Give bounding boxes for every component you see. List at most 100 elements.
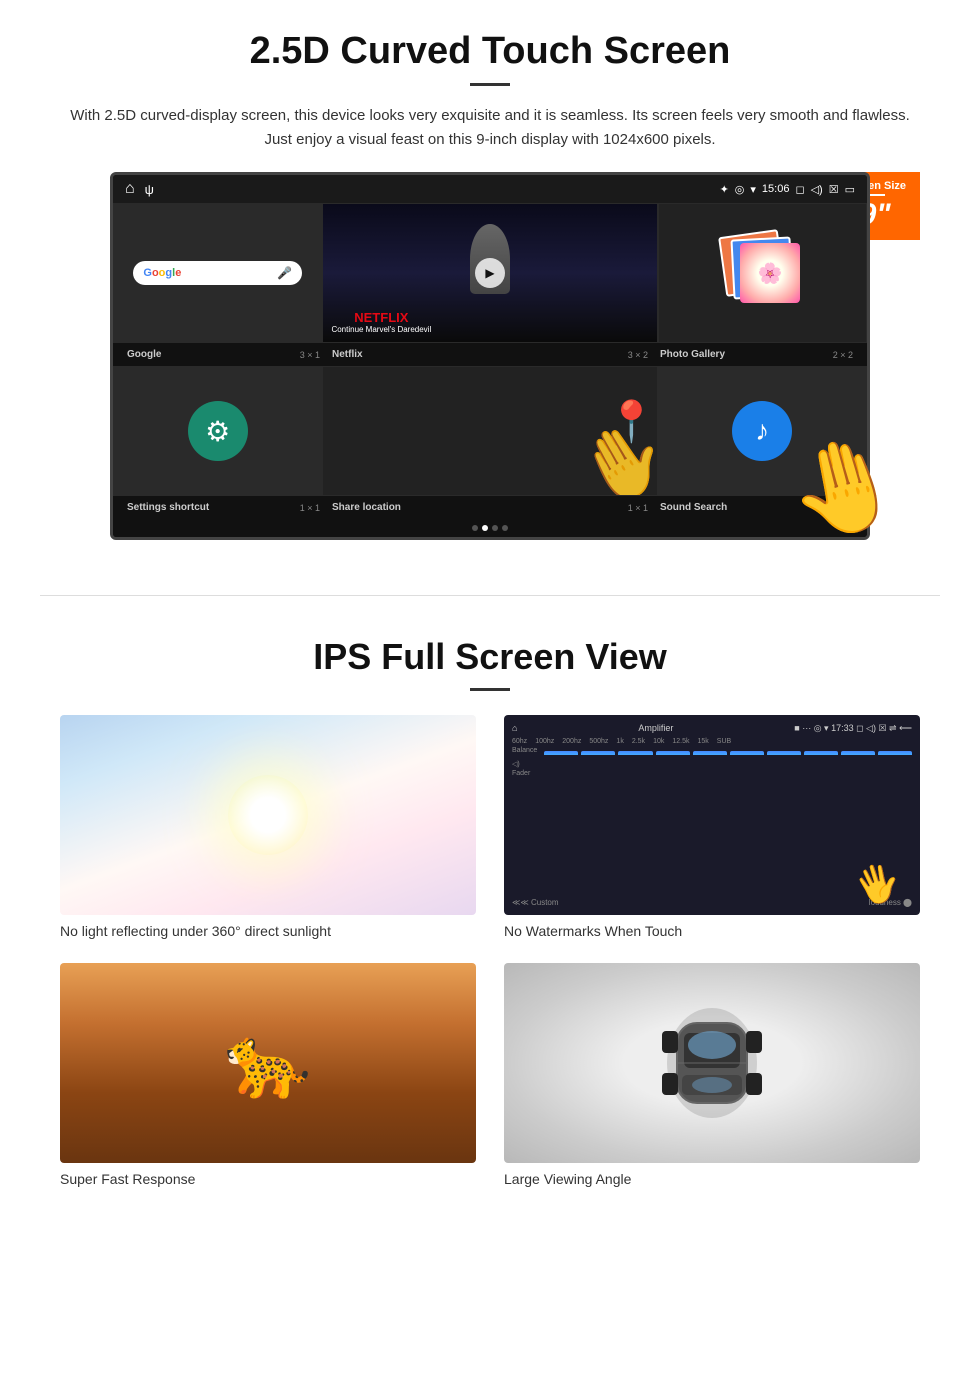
sound-icon: ♪ [732,401,792,461]
dot-4 [502,525,508,531]
car-image [504,963,920,1163]
eq-bar-10 [878,751,912,755]
google-app-cell[interactable]: Google 🎤 [113,203,322,343]
netflix-label-text: Netflix [332,349,363,360]
netflix-brand: NETFLIX [331,311,431,325]
cheetah-bg: 🐆 [60,963,476,1163]
feature-cheetah: 🐆 Super Fast Response [60,963,476,1187]
settings-app-cell[interactable]: ⚙ [113,366,322,496]
eq-bar-8 [804,751,838,755]
eq-bars [544,747,912,759]
sound-size: 1 × 1 [833,503,853,513]
status-right: ✦ ◎ ▾ 15:06 ◻ ◁) ☒ ▭ [720,183,855,196]
share-label: Share location [332,502,401,513]
google-logo: Google [143,267,181,279]
google-search-bar[interactable]: Google 🎤 [133,261,302,285]
gallery-label-cell: Photo Gallery 2 × 2 [654,347,859,362]
settings-label-cell: Settings shortcut 1 × 1 [121,500,326,515]
amplifier-caption: No Watermarks When Touch [504,923,920,939]
google-label-cell: Google 3 × 1 [121,347,326,362]
amp-footer: ≪≪ Custom loudness ⬤ [512,898,912,907]
sound-label-cell: Sound Search 1 × 1 [654,500,859,515]
google-size: 3 × 1 [300,350,320,360]
cheetah-caption: Super Fast Response [60,1171,476,1187]
photo-stack: 🌸 [722,233,802,313]
sound-app-cell[interactable]: ♪ [658,366,867,496]
camera-icon: ◻ [795,183,804,196]
share-size: 1 × 1 [628,503,648,513]
gallery-label: Photo Gallery [660,349,725,360]
time-display: 15:06 [762,183,790,195]
ips-section: IPS Full Screen View No light reflecting… [0,626,980,1217]
netflix-app-cell[interactable]: ▶ NETFLIX Continue Marvel's Daredevil [322,203,657,343]
title-underline-2 [470,688,510,691]
pagination-dots [113,519,867,537]
sunlight-bg [60,715,476,915]
netflix-label: NETFLIX Continue Marvel's Daredevil [331,311,431,334]
settings-icon: ⚙ [188,401,248,461]
eq-bar-5 [693,751,727,755]
amp-home-icon: ⌂ [512,723,517,734]
car-svg [642,1003,782,1123]
section2-title: IPS Full Screen View [60,636,920,678]
gallery-app-cell[interactable]: 🌸 [658,203,867,343]
share-label-cell: Share location 1 × 1 [326,500,654,515]
device-screen: ⌂ ψ ✦ ◎ ▾ 15:06 ◻ ◁) ☒ ▭ [110,172,870,540]
section1-description: With 2.5D curved-display screen, this de… [60,104,920,152]
sunlight-image [60,715,476,915]
status-left: ⌂ ψ [125,180,154,198]
location-icon: ◎ [735,183,745,196]
eq-bar-4 [656,751,690,755]
amp-header: ⌂ Amplifier ■ ··· ◎ ▾ 17:33 ◻ ◁) ☒ ⇌ ⟵ [512,723,912,734]
cheetah-image: 🐆 [60,963,476,1163]
feature-car: Large Viewing Angle [504,963,920,1187]
usb-icon: ψ [145,182,154,197]
section-divider [40,595,940,596]
bluetooth-icon: ✦ [720,183,729,196]
amp-left-labels: Balance ◁) Fader [512,747,537,777]
settings-label: Settings shortcut [127,502,209,513]
sun-glow [228,775,308,855]
volume-icon: ◁) [811,183,823,196]
dot-3 [492,525,498,531]
amp-status: ■ ··· ◎ ▾ 17:33 ◻ ◁) ☒ ⇌ ⟵ [794,723,912,734]
mic-icon: 🎤 [277,266,292,280]
eq-bar-7 [767,751,801,755]
eq-bar-2 [581,751,615,755]
status-bar: ⌂ ψ ✦ ◎ ▾ 15:06 ◻ ◁) ☒ ▭ [113,175,867,203]
gallery-size: 2 × 2 [833,350,853,360]
app-grid-bottom: ⚙ 📍 🤚 ♪ [113,366,867,496]
dot-1 [472,525,478,531]
feature-sunlight: No light reflecting under 360° direct su… [60,715,476,939]
eq-bar-9 [841,751,875,755]
sound-label: Sound Search [660,502,727,513]
curved-screen-section: 2.5D Curved Touch Screen With 2.5D curve… [0,0,980,565]
share-app-cell[interactable]: 📍 🤚 [322,366,657,496]
eq-bar-3 [618,751,652,755]
eq-bar-1 [544,751,578,755]
amplifier-image: ⌂ Amplifier ■ ··· ◎ ▾ 17:33 ◻ ◁) ☒ ⇌ ⟵ 6… [504,715,920,915]
netflix-size: 3 × 2 [628,350,648,360]
play-button[interactable]: ▶ [475,258,505,288]
eq-bar-6 [730,751,764,755]
google-label: Google [127,349,161,360]
photo-flower: 🌸 [740,243,800,303]
netflix-label-cell: Netflix 3 × 2 [326,347,654,362]
device-wrapper: Screen Size 9" ⌂ ψ ✦ ◎ ▾ 15:06 ◻ ◁) [60,172,920,540]
app-label-row-bottom: Settings shortcut 1 × 1 Share location 1… [113,496,867,519]
amp-title: Amplifier [638,723,673,734]
window-icon: ▭ [845,183,855,196]
settings-size: 1 × 1 [300,503,320,513]
title-underline [470,83,510,86]
amp-freq-labels: 60hz100hz200hz500hz1k2.5k10k12.5k15kSUB [512,738,912,745]
car-bg [504,963,920,1163]
section1-title: 2.5D Curved Touch Screen [60,30,920,73]
wifi-icon: ▾ [750,183,756,196]
home-icon: ⌂ [125,180,135,198]
sunlight-caption: No light reflecting under 360° direct su… [60,923,476,939]
app-grid-top: Google 🎤 ▶ NETFLIX Continue M [113,203,867,343]
car-caption: Large Viewing Angle [504,1171,920,1187]
feature-grid: No light reflecting under 360° direct su… [60,715,920,1187]
netflix-subtitle: Continue Marvel's Daredevil [331,325,431,334]
amp-preset: ≪≪ Custom [512,898,559,907]
